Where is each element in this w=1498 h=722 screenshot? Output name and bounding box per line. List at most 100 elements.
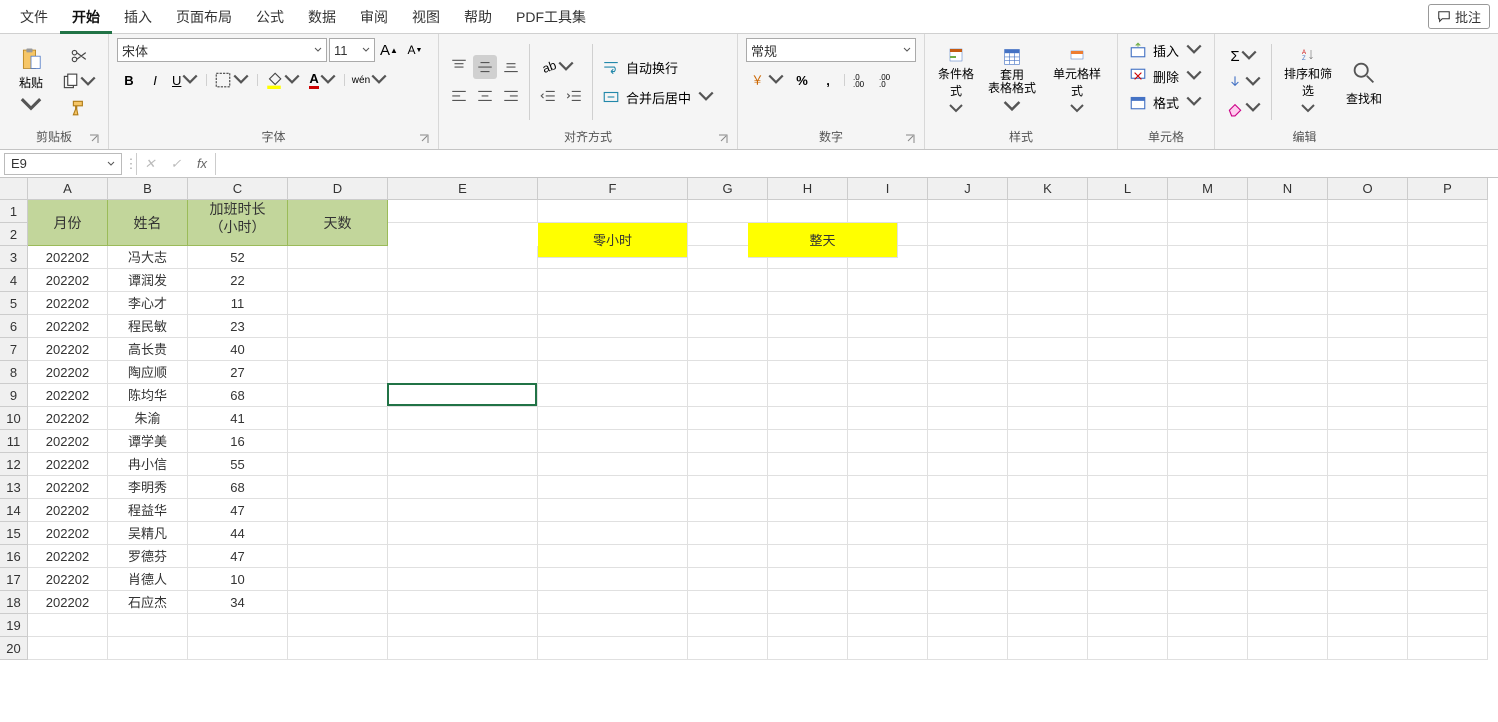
select-all-corner[interactable] — [0, 178, 28, 200]
increase-decimal-button[interactable]: .0.00 — [849, 68, 873, 92]
row-header-6[interactable]: 6 — [0, 315, 28, 338]
cell-P9[interactable] — [1408, 384, 1488, 407]
cell-I17[interactable] — [848, 568, 928, 591]
cell-B13[interactable]: 李明秀 — [108, 476, 188, 499]
cell-F18[interactable] — [538, 591, 688, 614]
delete-cells-button[interactable]: 删除 — [1126, 64, 1206, 88]
annotate-button[interactable]: 批注 — [1428, 4, 1490, 29]
number-format-select[interactable]: 常规 — [746, 38, 916, 62]
cell-G6[interactable] — [688, 315, 768, 338]
cell-A13[interactable]: 202202 — [28, 476, 108, 499]
cell-L4[interactable] — [1088, 269, 1168, 292]
cell-M3[interactable] — [1168, 246, 1248, 269]
cell-M11[interactable] — [1168, 430, 1248, 453]
cell-H10[interactable] — [768, 407, 848, 430]
cell-B14[interactable]: 程益华 — [108, 499, 188, 522]
cell-I20[interactable] — [848, 637, 928, 660]
row-header-1[interactable]: 1 — [0, 200, 28, 223]
cell-O11[interactable] — [1328, 430, 1408, 453]
cell-N6[interactable] — [1248, 315, 1328, 338]
cell-K9[interactable] — [1008, 384, 1088, 407]
col-header-H[interactable]: H — [768, 178, 848, 200]
cell-N8[interactable] — [1248, 361, 1328, 384]
menu-公式[interactable]: 公式 — [244, 0, 296, 34]
cell-H19[interactable] — [768, 614, 848, 637]
cell-C13[interactable]: 68 — [188, 476, 288, 499]
cell-K16[interactable] — [1008, 545, 1088, 568]
cell-H15[interactable] — [768, 522, 848, 545]
align-center-button[interactable] — [473, 85, 497, 109]
cell-O18[interactable] — [1328, 591, 1408, 614]
cell-K14[interactable] — [1008, 499, 1088, 522]
cell-F15[interactable] — [538, 522, 688, 545]
align-left-button[interactable] — [447, 85, 471, 109]
cell-H20[interactable] — [768, 637, 848, 660]
cell-K17[interactable] — [1008, 568, 1088, 591]
cell-C11[interactable]: 16 — [188, 430, 288, 453]
format-painter-button[interactable] — [58, 96, 100, 120]
clear-button[interactable] — [1223, 96, 1265, 120]
phonetic-button[interactable]: wén — [349, 68, 391, 92]
cell-C5[interactable]: 11 — [188, 292, 288, 315]
cell-E10[interactable] — [388, 407, 538, 430]
cell-B10[interactable]: 朱渝 — [108, 407, 188, 430]
cell-I5[interactable] — [848, 292, 928, 315]
cell-O7[interactable] — [1328, 338, 1408, 361]
merge-center-button[interactable]: 合并后居中 — [599, 85, 729, 109]
cell-F14[interactable] — [538, 499, 688, 522]
cell-K4[interactable] — [1008, 269, 1088, 292]
cell-H7[interactable] — [768, 338, 848, 361]
cell-F12[interactable] — [538, 453, 688, 476]
cell-I16[interactable] — [848, 545, 928, 568]
cell-O9[interactable] — [1328, 384, 1408, 407]
cell-M10[interactable] — [1168, 407, 1248, 430]
cell-L19[interactable] — [1088, 614, 1168, 637]
font-color-button[interactable]: A — [306, 68, 339, 92]
cell-A10[interactable]: 202202 — [28, 407, 108, 430]
col-header-P[interactable]: P — [1408, 178, 1488, 200]
cell-L12[interactable] — [1088, 453, 1168, 476]
cell-N7[interactable] — [1248, 338, 1328, 361]
cell-A15[interactable]: 202202 — [28, 522, 108, 545]
cell-K6[interactable] — [1008, 315, 1088, 338]
cell-A6[interactable]: 202202 — [28, 315, 108, 338]
cell-D13[interactable] — [288, 476, 388, 499]
cell-D7[interactable] — [288, 338, 388, 361]
cell-P5[interactable] — [1408, 292, 1488, 315]
cell-F13[interactable] — [538, 476, 688, 499]
cell-N17[interactable] — [1248, 568, 1328, 591]
cell-J14[interactable] — [928, 499, 1008, 522]
cell-L15[interactable] — [1088, 522, 1168, 545]
header-B[interactable]: 姓名 — [108, 200, 188, 246]
cell-B18[interactable]: 石应杰 — [108, 591, 188, 614]
cell-N20[interactable] — [1248, 637, 1328, 660]
row-header-17[interactable]: 17 — [0, 568, 28, 591]
cell-E9[interactable] — [388, 384, 538, 407]
cell-D20[interactable] — [288, 637, 388, 660]
cell-B19[interactable] — [108, 614, 188, 637]
font-size-select[interactable]: 11 — [329, 38, 375, 62]
cell-J6[interactable] — [928, 315, 1008, 338]
cell-B8[interactable]: 陶应顺 — [108, 361, 188, 384]
cell-C15[interactable]: 44 — [188, 522, 288, 545]
col-header-G[interactable]: G — [688, 178, 768, 200]
menu-帮助[interactable]: 帮助 — [452, 0, 504, 34]
cell-J16[interactable] — [928, 545, 1008, 568]
cell-G19[interactable] — [688, 614, 768, 637]
sort-filter-button[interactable]: AZ排序和筛选 — [1278, 47, 1338, 117]
cell-I13[interactable] — [848, 476, 928, 499]
cell-O13[interactable] — [1328, 476, 1408, 499]
cell-L18[interactable] — [1088, 591, 1168, 614]
cell-styles-button[interactable]: 单元格样式 — [1045, 47, 1109, 117]
cell-O5[interactable] — [1328, 292, 1408, 315]
cell-O10[interactable] — [1328, 407, 1408, 430]
col-header-M[interactable]: M — [1168, 178, 1248, 200]
row-header-12[interactable]: 12 — [0, 453, 28, 476]
accounting-button[interactable]: ￥ — [746, 68, 788, 92]
menu-页面布局[interactable]: 页面布局 — [164, 0, 244, 34]
row-header-19[interactable]: 19 — [0, 614, 28, 637]
cell-D12[interactable] — [288, 453, 388, 476]
cell-D16[interactable] — [288, 545, 388, 568]
cell-D9[interactable] — [288, 384, 388, 407]
cell-C4[interactable]: 22 — [188, 269, 288, 292]
